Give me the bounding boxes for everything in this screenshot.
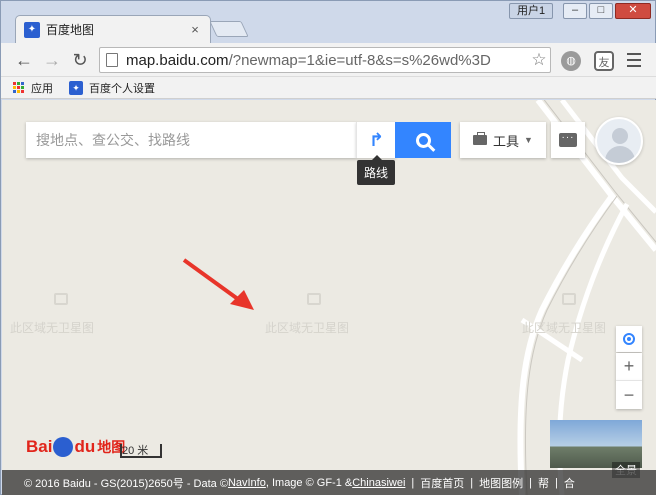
paw-icon: ✦ [69, 80, 83, 95]
globe-extension-icon[interactable]: ◍ [561, 51, 581, 71]
chinasiwei-link[interactable]: Chinasiwei [352, 477, 405, 489]
paw-icon: ✦ [24, 21, 40, 38]
separator: | [470, 476, 474, 489]
locate-button[interactable] [616, 326, 642, 352]
baidu-home-link[interactable]: 百度首页 [420, 475, 464, 491]
tab-strip: ✦ 百度地图 × 用户1 – □ ✕ [1, 1, 656, 43]
bookmark-label: 百度个人设置 [89, 82, 155, 95]
paw-icon [53, 437, 74, 457]
copyright-mid: , Image © GF-1 & [265, 476, 353, 489]
zoom-out-button[interactable]: − [616, 381, 642, 409]
close-window-button[interactable]: ✕ [615, 3, 651, 19]
search-button[interactable] [395, 122, 451, 158]
browser-toolbar: ← → ↻ map.baidu.com/?newmap=1&ie=utf-8&s… [1, 43, 656, 77]
reload-button[interactable]: ↻ [69, 49, 91, 71]
scale-bar [120, 444, 162, 458]
red-arrow-annotation [182, 258, 254, 310]
route-tooltip: 路线 [357, 155, 396, 185]
search-input[interactable] [36, 132, 346, 148]
map-legend-link[interactable]: 地图图例 [479, 475, 523, 491]
separator: | [529, 476, 532, 489]
navinfo-link[interactable]: NavInfo [228, 477, 266, 489]
close-icon[interactable]: × [188, 22, 202, 37]
tools-label: 工具 [493, 133, 520, 149]
watermark-icon [562, 293, 576, 305]
baidu-map-logo: Bai du 地图 [26, 437, 125, 457]
copyright-prefix: © 2016 Baidu - GS(2015)2650号 - Data © [24, 477, 228, 490]
route-button[interactable]: ↱ [356, 122, 396, 158]
watermark-icon [307, 293, 321, 305]
menu-icon[interactable] [625, 51, 643, 69]
watermark-text: 此区域无卫星图 [522, 321, 607, 335]
logo-bai: Bai [26, 437, 53, 456]
panorama-thumbnail[interactable] [550, 420, 642, 468]
briefcase-icon [473, 132, 488, 145]
bookmark-apps[interactable]: 应用 [13, 80, 53, 96]
bookmark-star-icon[interactable]: ☆ [528, 50, 550, 70]
browser-window: ✦ 百度地图 × 用户1 – □ ✕ ← → ↻ map.baidu.com/?… [0, 0, 656, 495]
locate-icon [623, 333, 635, 345]
search-box [26, 122, 356, 158]
watermark-icon [54, 293, 68, 305]
avatar[interactable] [595, 117, 643, 165]
chat-icon: ··· [559, 133, 577, 147]
copyright-bar: © 2016 Baidu - GS(2015)2650号 - Data © Na… [2, 470, 656, 495]
new-tab-button[interactable] [209, 21, 249, 37]
user-profile-button[interactable]: 用户1 [509, 3, 554, 19]
shield-extension-icon[interactable]: 友 [594, 51, 614, 71]
search-icon [415, 132, 431, 148]
logo-du: du [74, 437, 96, 456]
address-bar[interactable]: map.baidu.com/?newmap=1&ie=utf-8&s=s%26w… [99, 47, 551, 73]
separator: | [411, 476, 415, 489]
bookmark-label: 应用 [31, 82, 53, 95]
tab-baidu-map[interactable]: ✦ 百度地图 × [15, 15, 211, 43]
chevron-down-icon: ▼ [524, 135, 533, 145]
message-button[interactable]: ··· [551, 122, 585, 158]
avatar-body [605, 146, 635, 163]
zoom-in-button[interactable]: + [616, 353, 642, 381]
url-host: map.baidu.com [126, 51, 229, 69]
bookmarks-bar: 应用 ✦ 百度个人设置 [1, 77, 656, 99]
url-path: /?newmap=1&ie=utf-8&s=s%26wd%3D [228, 51, 491, 69]
back-button[interactable]: ← [13, 49, 35, 71]
page-icon [106, 53, 118, 67]
watermark-text: 此区域无卫星图 [10, 321, 95, 335]
tab-title: 百度地图 [46, 23, 95, 37]
apps-icon [13, 81, 25, 94]
route-arrow-icon: ↱ [368, 129, 385, 150]
url-text[interactable]: map.baidu.com/?newmap=1&ie=utf-8&s=s%26w… [126, 52, 528, 69]
help-link[interactable]: 帮 [538, 475, 549, 491]
bookmark-baidu-settings[interactable]: ✦ 百度个人设置 [69, 80, 155, 96]
cooperation-link[interactable]: 合 [564, 475, 575, 491]
separator: | [555, 476, 558, 489]
minimize-button[interactable]: – [563, 3, 587, 19]
map-canvas[interactable]: 此区域无卫星图 此区域无卫星图 此区域无卫星图 ↱ 路线 工具 ▼ ··· [2, 100, 656, 495]
forward-button[interactable]: → [41, 49, 63, 71]
watermark-text: 此区域无卫星图 [265, 321, 350, 335]
tools-button[interactable]: 工具 ▼ [460, 122, 546, 158]
avatar-head [612, 128, 628, 144]
maximize-button[interactable]: □ [589, 3, 613, 19]
